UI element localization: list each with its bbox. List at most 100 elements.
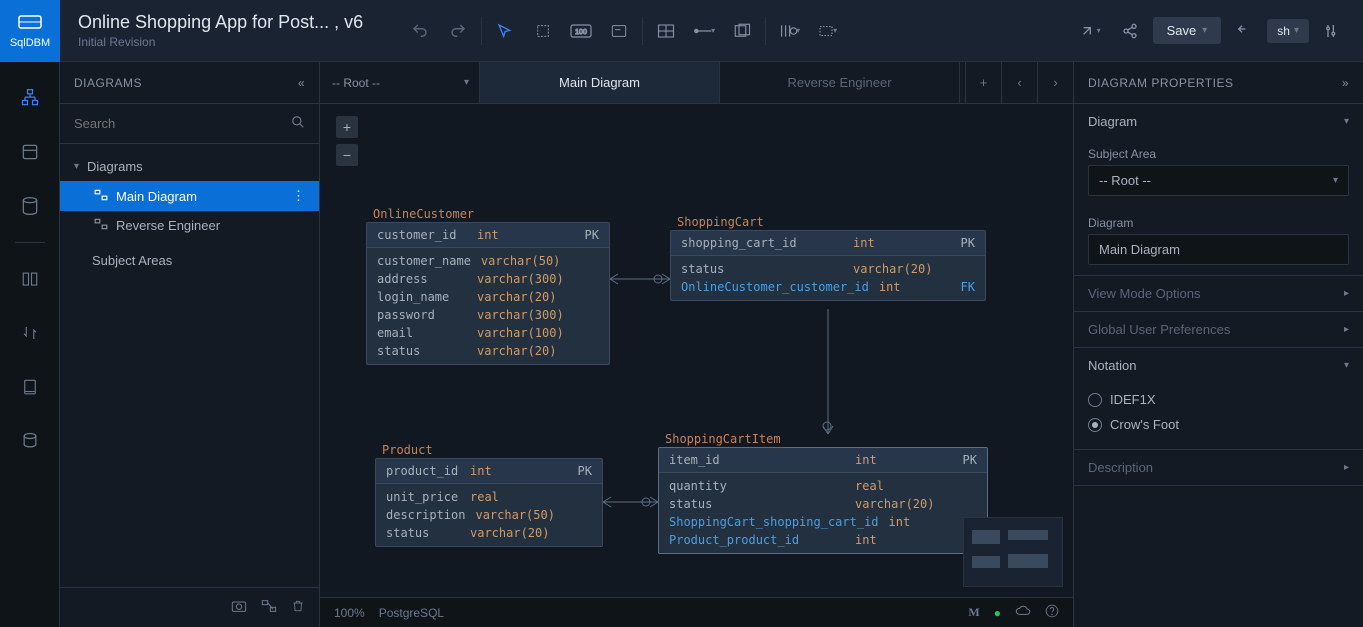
logo-icon xyxy=(17,12,43,35)
revision-label: Initial Revision xyxy=(78,35,363,49)
project-title[interactable]: Online Shopping App for Post... , v6 xyxy=(78,12,363,33)
section-notation[interactable]: Notation xyxy=(1074,348,1363,383)
column-row[interactable]: quantityreal xyxy=(659,477,987,495)
more-icon[interactable]: ⋮ xyxy=(292,188,305,204)
diagram-icon xyxy=(94,189,108,204)
relationship-tool[interactable] xyxy=(687,14,721,48)
column-row[interactable]: OnlineCustomer_customer_idintFK xyxy=(671,278,985,296)
canvas-area: -- Root -- Main Diagram Reverse Engineer… xyxy=(320,62,1073,627)
align-tool[interactable] xyxy=(810,14,844,48)
entity-title: OnlineCustomer xyxy=(367,205,480,225)
left-rail xyxy=(0,62,60,627)
column-row[interactable]: passwordvarchar(300) xyxy=(367,306,609,324)
section-prefs[interactable]: Global User Preferences xyxy=(1074,312,1363,347)
tree-item-main-diagram[interactable]: Main Diagram ⋮ xyxy=(60,181,319,211)
radio-icon xyxy=(1088,418,1102,432)
tab-main-diagram[interactable]: Main Diagram xyxy=(480,62,720,103)
reverse-engineer-icon[interactable] xyxy=(12,423,48,459)
tree-group-diagrams[interactable]: Diagrams xyxy=(60,152,319,181)
delete-icon[interactable] xyxy=(291,598,305,617)
entity-product[interactable]: Product product_id int PK unit_pricereal… xyxy=(375,458,603,547)
subject-area-select[interactable]: -- Root -- xyxy=(1088,165,1349,196)
tree-group-subject-areas[interactable]: Subject Areas xyxy=(60,246,319,275)
logo[interactable]: SqlDBM xyxy=(0,0,60,62)
subject-area-dropdown[interactable]: -- Root -- xyxy=(320,62,480,103)
section-diagram[interactable]: Diagram xyxy=(1074,104,1363,139)
search-input[interactable] xyxy=(74,116,291,131)
layout-icon[interactable] xyxy=(261,599,277,616)
entity-shopping-cart[interactable]: ShoppingCart shopping_cart_id int PK sta… xyxy=(670,230,986,301)
save-button[interactable]: Save xyxy=(1153,17,1222,44)
export-button[interactable] xyxy=(1073,14,1107,48)
topbar: SqlDBM Online Shopping App for Post... ,… xyxy=(0,0,1363,62)
column-row[interactable]: statusvarchar(20) xyxy=(367,342,609,360)
note-tool[interactable] xyxy=(602,14,636,48)
column-row[interactable]: statusvarchar(20) xyxy=(659,495,987,513)
notation-crows-foot[interactable]: Crow's Foot xyxy=(1088,412,1349,437)
entity-shopping-cart-item[interactable]: ShoppingCartItem item_id int PK quantity… xyxy=(658,447,988,554)
diagram-name-input[interactable]: Main Diagram xyxy=(1088,234,1349,265)
tab-reverse-engineer[interactable]: Reverse Engineer xyxy=(720,62,960,103)
undo-button[interactable] xyxy=(403,14,437,48)
view-tool[interactable] xyxy=(725,14,759,48)
properties-title: DIAGRAM PROPERTIES xyxy=(1088,76,1233,90)
entity-title: Product xyxy=(376,441,439,461)
cloud-icon[interactable] xyxy=(1015,605,1031,620)
database-icon[interactable] xyxy=(12,188,48,224)
column-row[interactable]: descriptionvarchar(50) xyxy=(376,506,602,524)
entity-online-customer[interactable]: OnlineCustomer customer_id int PK custom… xyxy=(366,222,610,365)
column-row[interactable]: statusvarchar(20) xyxy=(671,260,985,278)
column-row[interactable]: customer_namevarchar(50) xyxy=(367,252,609,270)
settings-icon[interactable] xyxy=(1315,14,1349,48)
script-icon[interactable] xyxy=(12,369,48,405)
column-row[interactable]: addressvarchar(300) xyxy=(367,270,609,288)
section-description[interactable]: Description xyxy=(1074,450,1363,485)
status-dot-icon: ● xyxy=(994,606,1001,620)
canvas[interactable]: + − OnlineCustomer xyxy=(320,104,1073,597)
zoom-level[interactable]: 100% xyxy=(334,606,365,620)
select-area-tool[interactable] xyxy=(526,14,560,48)
diagram-icon xyxy=(94,218,108,233)
logo-text: SqlDBM xyxy=(10,37,50,49)
collapse-properties-icon[interactable]: » xyxy=(1342,76,1349,90)
share-button[interactable] xyxy=(1113,14,1147,48)
next-tab-button[interactable]: › xyxy=(1037,62,1073,103)
snapshot-icon[interactable] xyxy=(231,599,247,616)
search-icon[interactable] xyxy=(291,115,305,132)
user-chip[interactable]: sh xyxy=(1267,19,1309,43)
subject-area-label: Subject Area xyxy=(1074,139,1363,165)
section-view-mode[interactable]: View Mode Options xyxy=(1074,276,1363,311)
pointer-tool[interactable] xyxy=(488,14,522,48)
column-row[interactable]: Product_product_idintFK xyxy=(659,531,987,549)
tree-item-reverse-engineer[interactable]: Reverse Engineer xyxy=(60,211,319,240)
chevron-down-icon xyxy=(74,161,79,172)
diagram-name-label: Diagram xyxy=(1074,208,1363,234)
columns-tool[interactable] xyxy=(772,14,806,48)
revert-button[interactable] xyxy=(1227,14,1261,48)
notation-idef1x[interactable]: IDEF1X xyxy=(1088,387,1349,412)
entity-title: ShoppingCart xyxy=(671,213,770,233)
fit-tool[interactable]: 100 xyxy=(564,14,598,48)
column-row[interactable]: statusvarchar(20) xyxy=(376,524,602,542)
column-row[interactable]: ShoppingCart_shopping_cart_idintFK xyxy=(659,513,987,531)
column-row[interactable]: login_namevarchar(20) xyxy=(367,288,609,306)
svg-text:100: 100 xyxy=(575,29,587,36)
help-icon[interactable] xyxy=(1045,604,1059,621)
diagram-explorer-icon[interactable] xyxy=(12,80,48,116)
entity-title: ShoppingCartItem xyxy=(659,430,787,450)
database-explorer-icon[interactable] xyxy=(12,134,48,170)
panel-title: DIAGRAMS xyxy=(74,76,142,90)
docs-icon[interactable] xyxy=(12,261,48,297)
column-row[interactable]: emailvarchar(100) xyxy=(367,324,609,342)
mode-indicator[interactable]: M xyxy=(968,605,979,620)
collapse-panel-icon[interactable]: « xyxy=(298,76,305,90)
column-row[interactable]: unit_pricereal xyxy=(376,488,602,506)
add-tab-button[interactable]: + xyxy=(965,62,1001,103)
redo-button[interactable] xyxy=(441,14,475,48)
compare-icon[interactable] xyxy=(12,315,48,351)
search-box[interactable] xyxy=(60,104,319,144)
status-bar: 100% PostgreSQL M ● xyxy=(320,597,1073,627)
minimap[interactable] xyxy=(963,517,1063,587)
table-tool[interactable] xyxy=(649,14,683,48)
prev-tab-button[interactable]: ‹ xyxy=(1001,62,1037,103)
